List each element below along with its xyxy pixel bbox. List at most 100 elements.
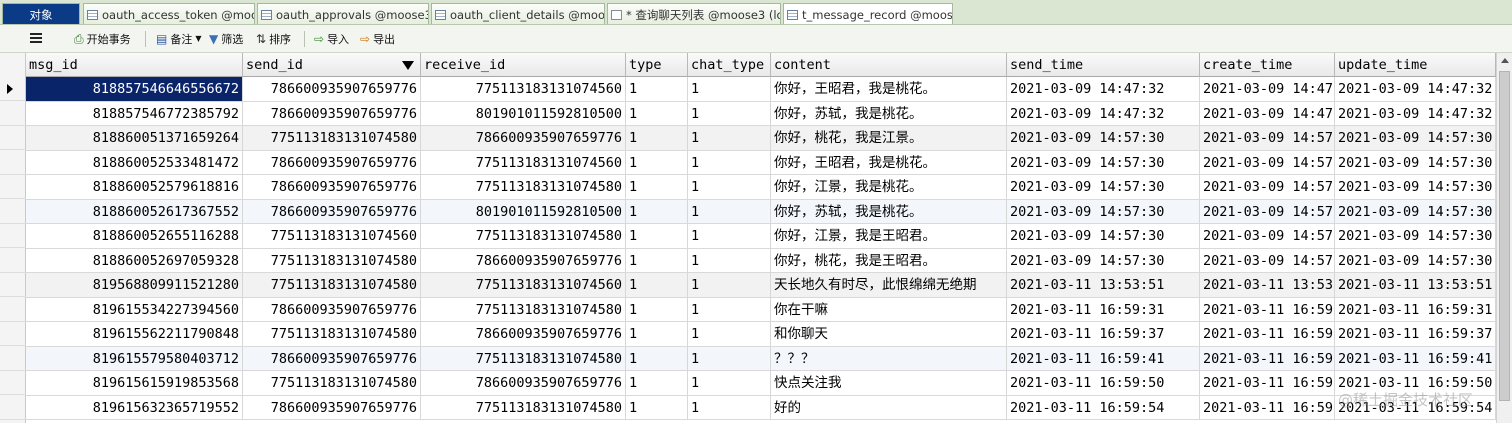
cell-content[interactable]: 你好，江景，我是王昭君。: [771, 224, 1007, 248]
cell-content[interactable]: 你好，苏轼，我是桃花。: [771, 199, 1007, 224]
table-row[interactable]: 819615562211790848 775113183131074580 7866…: [26, 322, 1496, 347]
tab-chat-list-query[interactable]: * 查询聊天列表 @moose3 (lo...: [607, 3, 781, 24]
cell-chat-type[interactable]: 1: [688, 248, 771, 273]
cell-content[interactable]: 你在干嘛: [771, 297, 1007, 322]
cell-send-id[interactable]: 786600935907659776: [243, 346, 421, 371]
cell-send-id[interactable]: 775113183131074560: [243, 224, 421, 248]
scrollbar-thumb[interactable]: [1499, 71, 1510, 401]
cell-send-id[interactable]: 786600935907659776: [243, 101, 421, 126]
column-header-type[interactable]: type: [626, 53, 688, 77]
cell-msg-id[interactable]: 818857546646556672: [26, 77, 243, 101]
cell-msg-id[interactable]: 819615615919853568: [26, 371, 243, 395]
cell-update-time[interactable]: 2021-03-09 14:47:32: [1335, 77, 1496, 101]
cell-msg-id[interactable]: 818860052579618816: [26, 175, 243, 199]
cell-content[interactable]: 你好，桃花，我是王昭君。: [771, 248, 1007, 273]
cell-create-time[interactable]: 2021-03-09 14:57:30: [1200, 175, 1335, 199]
cell-type[interactable]: 1: [626, 297, 688, 322]
cell-create-time[interactable]: 2021-03-09 14:57:30: [1200, 199, 1335, 224]
cell-send-time[interactable]: 2021-03-09 14:57:30: [1007, 199, 1200, 224]
cell-update-time[interactable]: 2021-03-09 14:57:30: [1335, 248, 1496, 273]
cell-chat-type[interactable]: 1: [688, 322, 771, 346]
table-row[interactable]: 818860052697059328 775113183131074580 7866…: [26, 248, 1496, 273]
table-row[interactable]: 818857546772385792 786600935907659776 8019…: [26, 101, 1496, 126]
tab-oauth-access-token[interactable]: oauth_access_token @moos...: [83, 3, 255, 24]
cell-create-time[interactable]: 2021-03-11 16:59:54: [1200, 395, 1335, 420]
cell-send-time[interactable]: 2021-03-11 16:59:50: [1007, 371, 1200, 395]
cell-chat-type[interactable]: 1: [688, 77, 771, 101]
import-button[interactable]: ⇨ 导入: [314, 30, 349, 48]
cell-receive-id[interactable]: 786600935907659776: [421, 322, 626, 346]
cell-create-time[interactable]: 2021-03-09 14:57:30: [1200, 126, 1335, 150]
table-row[interactable]: 818860051371659264 775113183131074580 7866…: [26, 126, 1496, 151]
cell-send-id[interactable]: 786600935907659776: [243, 150, 421, 175]
cell-chat-type[interactable]: 1: [688, 150, 771, 175]
cell-receive-id[interactable]: 775113183131074560: [421, 150, 626, 175]
cell-create-time[interactable]: 2021-03-09 14:57:30: [1200, 150, 1335, 175]
column-header-send-time[interactable]: send_time: [1007, 53, 1200, 77]
cell-type[interactable]: 1: [626, 371, 688, 395]
cell-msg-id[interactable]: 819568809911521280: [26, 273, 243, 297]
cell-chat-type[interactable]: 1: [688, 101, 771, 126]
row-header-cell[interactable]: [0, 175, 26, 199]
cell-msg-id[interactable]: 819615579580403712: [26, 346, 243, 371]
tab-objects[interactable]: 对象: [2, 3, 80, 24]
column-header-create-time[interactable]: create_time: [1200, 53, 1335, 77]
cell-send-time[interactable]: 2021-03-11 16:59:41: [1007, 346, 1200, 371]
sort-button[interactable]: ⇅ 排序: [256, 30, 291, 48]
cell-receive-id[interactable]: 775113183131074580: [421, 395, 626, 420]
cell-content[interactable]: ？？？: [771, 346, 1007, 371]
cell-update-time[interactable]: 2021-03-09 14:57:30: [1335, 224, 1496, 248]
cell-update-time[interactable]: 2021-03-11 16:59:41: [1335, 346, 1496, 371]
cell-type[interactable]: 1: [626, 126, 688, 150]
cell-send-time[interactable]: 2021-03-11 16:59:31: [1007, 297, 1200, 322]
cell-type[interactable]: 1: [626, 322, 688, 346]
cell-receive-id[interactable]: 775113183131074580: [421, 224, 626, 248]
cell-msg-id[interactable]: 818857546772385792: [26, 101, 243, 126]
cell-chat-type[interactable]: 1: [688, 224, 771, 248]
cell-msg-id[interactable]: 818860051371659264: [26, 126, 243, 150]
cell-content[interactable]: 天长地久有时尽，此恨绵绵无绝期: [771, 273, 1007, 297]
row-header-cell[interactable]: [0, 224, 26, 248]
cell-chat-type[interactable]: 1: [688, 199, 771, 224]
cell-create-time[interactable]: 2021-03-09 14:47:32: [1200, 101, 1335, 126]
table-row[interactable]: 819615632365719552 786600935907659776 7751…: [26, 395, 1496, 420]
table-row[interactable]: 818857546646556672 786600935907659776 7751…: [26, 77, 1496, 102]
cell-chat-type[interactable]: 1: [688, 126, 771, 150]
cell-send-id[interactable]: 775113183131074580: [243, 273, 421, 297]
row-header-cell[interactable]: [0, 200, 26, 224]
cell-update-time[interactable]: 2021-03-09 14:47:32: [1335, 101, 1496, 126]
cell-chat-type[interactable]: 1: [688, 175, 771, 199]
cell-content[interactable]: 好的: [771, 395, 1007, 420]
tab-oauth-approvals[interactable]: oauth_approvals @moose3 ...: [257, 3, 429, 24]
tab-t-message-record[interactable]: t_message_record @moose...: [783, 3, 953, 24]
cell-type[interactable]: 1: [626, 150, 688, 175]
cell-type[interactable]: 1: [626, 224, 688, 248]
cell-receive-id[interactable]: 775113183131074580: [421, 346, 626, 371]
cell-send-time[interactable]: 2021-03-11 13:53:51: [1007, 273, 1200, 297]
cell-content[interactable]: 你好，王昭君，我是桃花。: [771, 150, 1007, 175]
cell-msg-id[interactable]: 819615632365719552: [26, 395, 243, 420]
cell-receive-id[interactable]: 786600935907659776: [421, 248, 626, 273]
row-header-cell[interactable]: [0, 249, 26, 273]
cell-type[interactable]: 1: [626, 101, 688, 126]
sort-descending-icon[interactable]: [402, 61, 414, 70]
cell-send-id[interactable]: 775113183131074580: [243, 371, 421, 395]
cell-chat-type[interactable]: 1: [688, 273, 771, 297]
row-header-cell[interactable]: [0, 151, 26, 175]
cell-content[interactable]: 你好，苏轼，我是桃花。: [771, 101, 1007, 126]
cell-update-time[interactable]: 2021-03-09 14:57:30: [1335, 175, 1496, 199]
cell-update-time[interactable]: 2021-03-11 16:59:31: [1335, 297, 1496, 322]
row-header-cell[interactable]: [0, 298, 26, 322]
cell-send-time[interactable]: 2021-03-09 14:57:30: [1007, 175, 1200, 199]
cell-chat-type[interactable]: 1: [688, 395, 771, 420]
cell-type[interactable]: 1: [626, 248, 688, 273]
vertical-scrollbar[interactable]: [1496, 53, 1512, 423]
filter-button[interactable]: ▼ 筛选: [209, 30, 243, 48]
cell-send-id[interactable]: 775113183131074580: [243, 248, 421, 273]
cell-send-id[interactable]: 786600935907659776: [243, 297, 421, 322]
cell-receive-id[interactable]: 775113183131074580: [421, 297, 626, 322]
cell-send-id[interactable]: 786600935907659776: [243, 199, 421, 224]
cell-type[interactable]: 1: [626, 77, 688, 101]
scroll-up-arrow-icon[interactable]: [1501, 58, 1509, 63]
table-row[interactable]: 819568809911521280 775113183131074580 7751…: [26, 273, 1496, 298]
